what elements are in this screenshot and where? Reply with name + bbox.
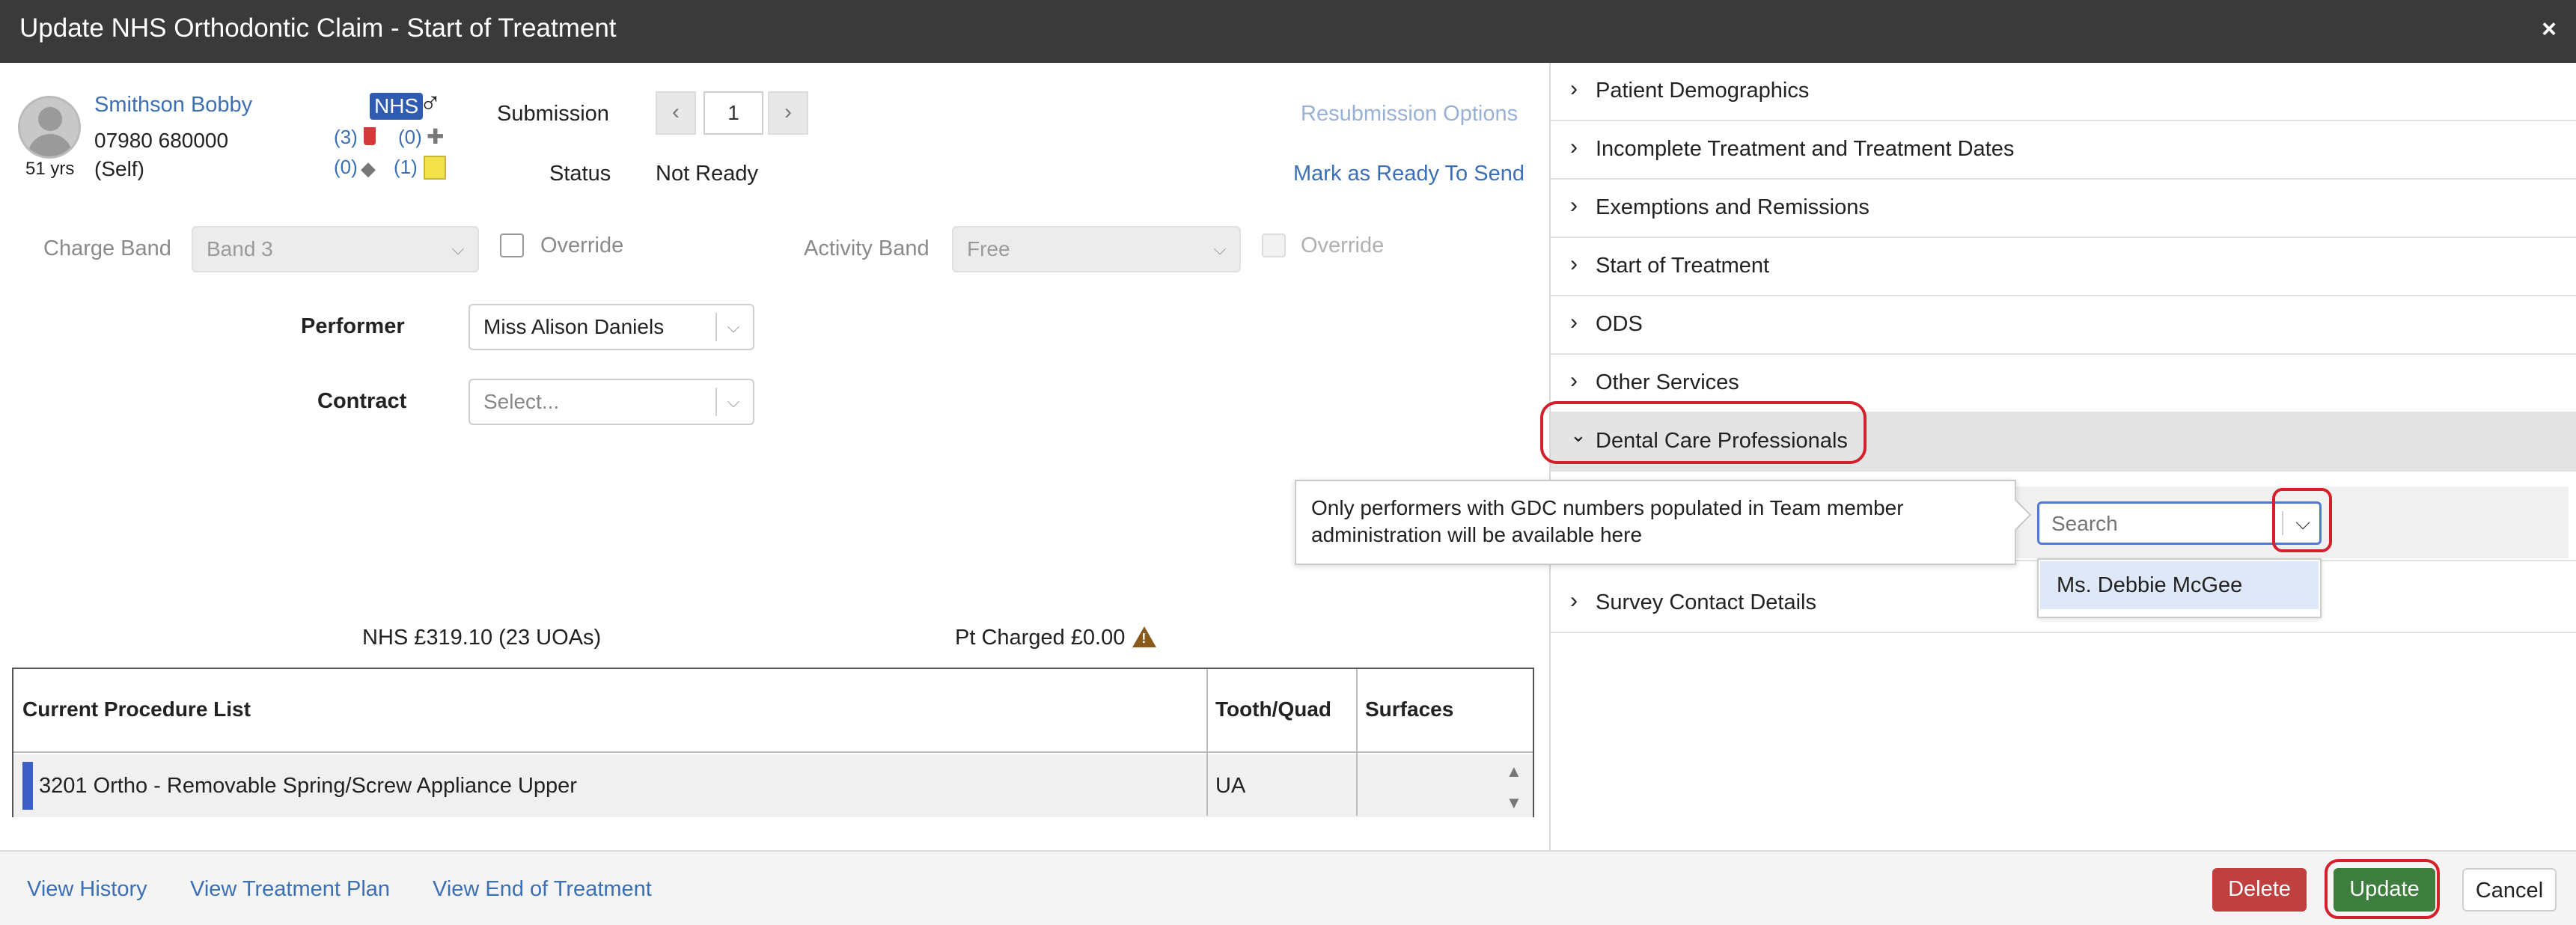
accordion-label: Patient Demographics bbox=[1596, 79, 1810, 103]
lab-flask-icon bbox=[364, 127, 376, 145]
dcp-dropdown-list: Ms. Debbie McGee bbox=[2037, 558, 2322, 618]
performer-label: Performer bbox=[301, 314, 405, 338]
chevron-down-icon: ⌵ bbox=[727, 392, 740, 411]
tag-icon: ◆ bbox=[361, 157, 376, 180]
contract-placeholder: Select... bbox=[483, 390, 560, 413]
column-header-tooth: Tooth/Quad bbox=[1215, 697, 1331, 721]
contract-label: Contract bbox=[317, 389, 407, 413]
dcp-option[interactable]: Ms. Debbie McGee bbox=[2040, 561, 2319, 609]
charge-override-label: Override bbox=[540, 233, 624, 257]
charge-band-label: Charge Band bbox=[43, 236, 171, 260]
accordion-label: Incomplete Treatment and Treatment Dates bbox=[1596, 137, 2015, 161]
annotation-highlight-dcp-section bbox=[1540, 401, 1867, 464]
patient-charged-total: Pt Charged £0.00 bbox=[955, 626, 1157, 650]
patient-phone: 07980 680000 bbox=[94, 129, 229, 152]
warning-icon bbox=[1132, 626, 1157, 647]
activity-band-select: Free ⌵ bbox=[952, 226, 1241, 272]
performer-value: Miss Alison Daniels bbox=[483, 315, 665, 338]
accordion-label: Start of Treatment bbox=[1596, 254, 1770, 278]
submission-number-field[interactable]: 1 bbox=[703, 91, 763, 135]
contract-select[interactable]: Select... ⌵ bbox=[468, 379, 754, 425]
medical-cross-icon: ✚ bbox=[427, 125, 445, 148]
status-label: Status bbox=[549, 162, 611, 186]
submission-prev-button[interactable]: ‹ bbox=[656, 91, 696, 135]
tags-count[interactable]: (0) bbox=[334, 156, 358, 179]
chevron-right-icon: › bbox=[1570, 310, 1578, 335]
chevron-right-icon: › bbox=[1570, 76, 1578, 101]
chevron-down-icon: ⌵ bbox=[1213, 239, 1227, 258]
patient-name-link[interactable]: Smithson Bobby bbox=[94, 93, 252, 117]
close-icon[interactable]: × bbox=[2542, 15, 2557, 44]
submission-label: Submission bbox=[497, 102, 609, 126]
view-history-link[interactable]: View History bbox=[27, 877, 147, 902]
accordion-label: Exemptions and Remissions bbox=[1596, 195, 1870, 219]
accordion-label: Other Services bbox=[1596, 370, 1739, 394]
activity-override-checkbox bbox=[1262, 233, 1286, 257]
column-header-surfaces: Surfaces bbox=[1365, 697, 1454, 721]
chevron-down-icon: ⌵ bbox=[451, 239, 465, 258]
nhs-total: NHS £319.10 (23 UOAs) bbox=[362, 626, 602, 650]
accordion-label: ODS bbox=[1596, 312, 1643, 336]
chevron-right-icon: › bbox=[1570, 135, 1578, 159]
medical-count[interactable]: (0) bbox=[398, 126, 422, 149]
claim-form-pane: 51 yrs Smithson Bobby 07980 680000 (Self… bbox=[0, 63, 1549, 850]
accordion-exemptions[interactable]: › Exemptions and Remissions bbox=[1551, 180, 2576, 238]
procedure-table: Current Procedure List Tooth/Quad Surfac… bbox=[12, 668, 1534, 817]
accordion-incomplete-treatment[interactable]: › Incomplete Treatment and Treatment Dat… bbox=[1551, 121, 2576, 180]
patient-relation: (Self) bbox=[94, 157, 144, 180]
dcp-search-input[interactable] bbox=[2051, 511, 2261, 537]
cancel-button[interactable]: Cancel bbox=[2462, 868, 2557, 912]
dialog-title: Update NHS Orthodontic Claim - Start of … bbox=[19, 13, 617, 43]
accordion-label: Survey Contact Details bbox=[1596, 590, 1816, 614]
activity-band-value: Free bbox=[967, 237, 1010, 260]
table-row[interactable]: 3201 Ortho - Removable Spring/Screw Appl… bbox=[13, 754, 1533, 817]
notes-count[interactable]: (1) bbox=[394, 156, 418, 179]
dialog-titlebar: Update NHS Orthodontic Claim - Start of … bbox=[0, 0, 2576, 63]
gdc-info-tooltip: Only performers with GDC numbers populat… bbox=[1295, 480, 2016, 565]
accordion-patient-demographics[interactable]: › Patient Demographics bbox=[1551, 63, 2576, 121]
sticky-note-icon bbox=[424, 156, 446, 180]
charge-band-value: Band 3 bbox=[207, 237, 273, 260]
procedure-name: 3201 Ortho - Removable Spring/Screw Appl… bbox=[39, 774, 577, 798]
patient-charged-text: Pt Charged £0.00 bbox=[955, 626, 1126, 650]
resubmission-options-link[interactable]: Resubmission Options bbox=[1301, 102, 1518, 126]
accordion-ods[interactable]: › ODS bbox=[1551, 296, 2576, 355]
view-treatment-plan-link[interactable]: View Treatment Plan bbox=[190, 877, 390, 902]
accordion-start-of-treatment[interactable]: › Start of Treatment bbox=[1551, 238, 2576, 296]
charge-band-select: Band 3 ⌵ bbox=[192, 226, 479, 272]
column-header-procedure: Current Procedure List bbox=[22, 697, 251, 721]
chevron-right-icon: › bbox=[1570, 588, 1578, 613]
delete-button[interactable]: Delete bbox=[2212, 868, 2307, 912]
view-end-of-treatment-link[interactable]: View End of Treatment bbox=[433, 877, 652, 902]
submission-next-button[interactable]: › bbox=[768, 91, 808, 135]
procedure-table-header: Current Procedure List Tooth/Quad Surfac… bbox=[13, 669, 1533, 753]
procedure-tooth: UA bbox=[1215, 774, 1246, 798]
activity-override-label: Override bbox=[1301, 233, 1385, 257]
annotation-highlight-dropdown-toggle bbox=[2272, 488, 2332, 552]
activity-band-label: Activity Band bbox=[804, 236, 930, 260]
avatar bbox=[18, 96, 81, 159]
chevron-down-icon: ⌵ bbox=[727, 317, 740, 336]
chevron-right-icon: › bbox=[1570, 193, 1578, 218]
nhs-badge: NHS bbox=[370, 93, 424, 120]
charge-override-checkbox[interactable] bbox=[500, 233, 524, 257]
male-gender-icon: ♂ bbox=[419, 87, 442, 120]
patient-age: 51 yrs bbox=[25, 159, 75, 179]
dialog-footer: View History View Treatment Plan View En… bbox=[0, 850, 2576, 925]
chevron-right-icon: › bbox=[1570, 368, 1578, 393]
lab-count[interactable]: (3) bbox=[334, 126, 358, 149]
annotation-highlight-update-button bbox=[2325, 859, 2440, 919]
scroll-up-icon[interactable]: ▲ bbox=[1506, 762, 1522, 781]
procedure-color-marker bbox=[22, 762, 33, 810]
status-value: Not Ready bbox=[656, 162, 759, 186]
performer-select[interactable]: Miss Alison Daniels ⌵ bbox=[468, 304, 754, 350]
scroll-down-icon[interactable]: ▼ bbox=[1506, 793, 1522, 813]
mark-ready-link[interactable]: Mark as Ready To Send bbox=[1293, 162, 1524, 186]
chevron-right-icon: › bbox=[1570, 251, 1578, 276]
